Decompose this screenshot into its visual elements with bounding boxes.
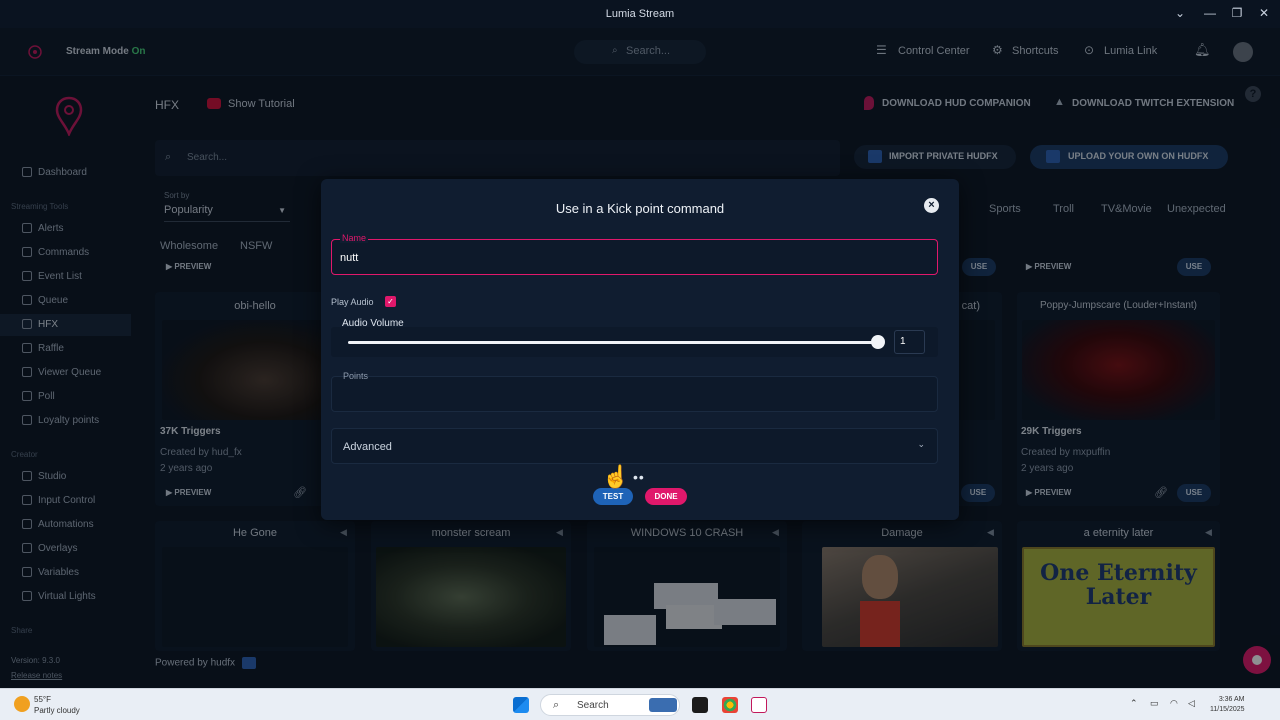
- advanced-label: Advanced: [343, 441, 392, 453]
- done-button[interactable]: DONE: [645, 488, 687, 505]
- chevron-up-icon[interactable]: ⌃: [1130, 698, 1138, 709]
- weather-widget[interactable]: 55°F Partly cloudy: [34, 694, 80, 716]
- modal-title: Use in a Kick point command: [555, 201, 725, 216]
- chevron-down-icon[interactable]: ⌄: [1170, 6, 1190, 20]
- system-clock[interactable]: 3:36 AM 11/15/2025: [1210, 695, 1245, 715]
- chevron-down-icon: ⌄: [917, 439, 925, 449]
- weather-temp: 55°F: [34, 695, 51, 704]
- close-window-button[interactable]: ✕: [1254, 6, 1274, 20]
- slider-handle[interactable]: [871, 335, 885, 349]
- task-view-icon[interactable]: [692, 697, 708, 713]
- window-title: Lumia Stream: [605, 8, 675, 20]
- play-audio-checkbox[interactable]: ✓: [385, 296, 396, 307]
- points-label: Points: [343, 371, 369, 381]
- lumia-stream-icon[interactable]: [751, 697, 767, 713]
- hand-cursor-icon: ☝: [602, 464, 630, 489]
- volume-icon[interactable]: ◁: [1188, 698, 1195, 709]
- weather-icon: [14, 696, 30, 712]
- name-field[interactable]: Name: [331, 233, 938, 275]
- audio-volume-input[interactable]: 1: [894, 330, 925, 354]
- advanced-accordion[interactable]: Advanced ⌄: [331, 428, 938, 464]
- network-icon[interactable]: ▭: [1150, 698, 1159, 709]
- name-input[interactable]: [340, 252, 920, 264]
- window-titlebar: Lumia Stream ⌄ — ❐ ✕: [0, 0, 1280, 28]
- wifi-icon[interactable]: ◠: [1170, 698, 1178, 709]
- chrome-icon[interactable]: [722, 697, 738, 713]
- weather-desc: Partly cloudy: [34, 706, 80, 715]
- clock-time: 3:36 AM: [1218, 696, 1245, 703]
- audio-volume-label: Audio Volume: [342, 318, 404, 329]
- search-icon: ⌕: [553, 699, 560, 711]
- taskbar-search[interactable]: ⌕ Search: [540, 694, 680, 716]
- taskbar-search-label: Search: [577, 700, 609, 711]
- loading-dots: ••: [633, 469, 645, 485]
- kick-command-modal: Use in a Kick point command × Name Play …: [321, 179, 959, 520]
- name-label: Name: [340, 233, 369, 243]
- minimize-button[interactable]: —: [1200, 6, 1220, 20]
- points-field[interactable]: [331, 376, 938, 412]
- play-audio-label: Play Audio: [331, 297, 374, 307]
- search-highlight-icon: [649, 698, 677, 712]
- taskbar: 55°F Partly cloudy ⌕ Search ⌃ ▭ ◠ ◁ 3:36…: [0, 688, 1280, 720]
- close-icon[interactable]: ×: [924, 198, 939, 213]
- windows-start-icon[interactable]: [513, 697, 529, 713]
- audio-volume-slider[interactable]: [348, 341, 878, 344]
- test-button[interactable]: TEST: [593, 488, 633, 505]
- clock-date: 11/15/2025: [1210, 706, 1245, 713]
- maximize-button[interactable]: ❐: [1227, 6, 1247, 20]
